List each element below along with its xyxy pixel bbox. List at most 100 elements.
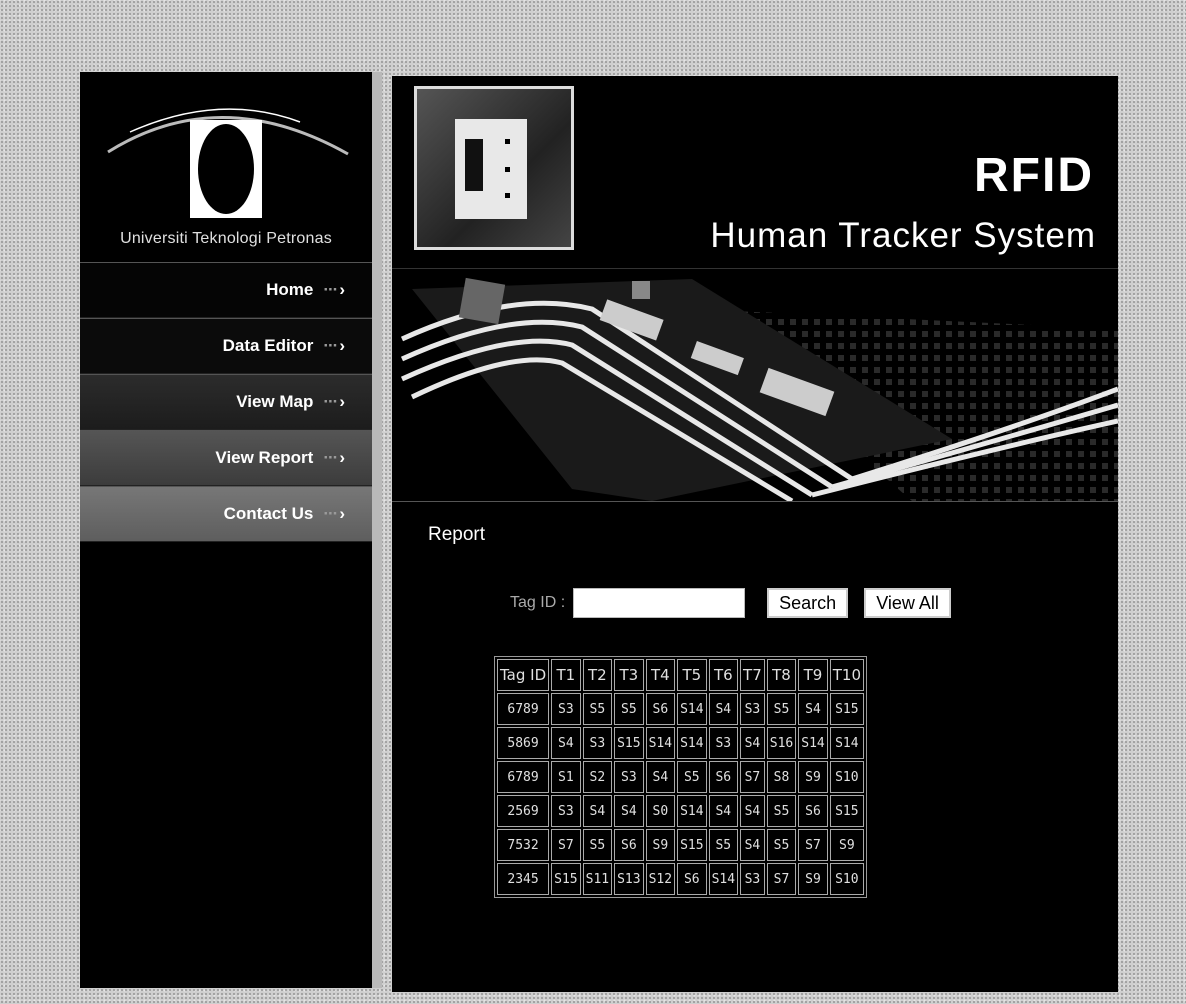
table-cell: S5 [582, 829, 613, 861]
university-logo: Universiti Teknologi Petronas [80, 72, 372, 262]
table-cell: S12 [645, 863, 676, 895]
table-cell: S14 [708, 863, 739, 895]
search-form: Tag ID : Search View All [510, 586, 967, 620]
nav-label: View Report [215, 448, 314, 467]
nav-item-data-editor[interactable]: Data Editor ··· › [80, 318, 372, 374]
table-cell: S7 [798, 829, 828, 861]
table-cell: S3 [614, 761, 644, 793]
table-cell: S6 [614, 829, 644, 861]
table-cell: S15 [551, 863, 581, 895]
table-cell: S10 [829, 863, 864, 895]
table-cell: S7 [551, 829, 581, 861]
table-cell: S5 [766, 829, 797, 861]
column-header: T5 [677, 659, 707, 691]
table-cell: S3 [708, 727, 739, 759]
column-header: T6 [708, 659, 739, 691]
table-cell: S9 [645, 829, 676, 861]
tag-id-cell: 2569 [497, 795, 550, 827]
arrow-icon: ··· › [323, 504, 345, 523]
arrow-icon: ··· › [323, 280, 345, 299]
table-cell: S14 [829, 727, 864, 759]
table-cell: S6 [708, 761, 739, 793]
rfid-thumbnail-image [414, 86, 574, 250]
table-cell: S5 [614, 693, 644, 725]
nav-item-view-map[interactable]: View Map ··· › [80, 374, 372, 430]
table-cell: S4 [708, 693, 739, 725]
report-heading: Report [428, 524, 486, 545]
rfid-banner-image [392, 268, 1118, 502]
table-cell: S6 [677, 863, 707, 895]
table-cell: S5 [677, 761, 707, 793]
report-table: Tag ID T1 T2 T3 T4 T5 T6 T7 T8 T9 T10 6789 S3 S5 S5 S6… [494, 656, 867, 898]
nav-item-home[interactable]: Home ··· › [80, 262, 372, 318]
tag-id-cell: 5869 [497, 727, 550, 759]
column-header: T1 [551, 659, 581, 691]
table-cell: S4 [740, 829, 765, 861]
page-title: RFID [974, 149, 1094, 202]
column-header: T3 [614, 659, 644, 691]
column-header: T7 [740, 659, 765, 691]
main-content: RFID Human Tracker System Report Tag ID … [392, 76, 1118, 992]
table-cell: S0 [645, 795, 676, 827]
table-row: 6789 S3 S5 S5 S6 S14 S4 S3 S5 S4 S15 [497, 693, 864, 725]
header: RFID Human Tracker System [392, 76, 1118, 268]
table-cell: S1 [551, 761, 581, 793]
table-cell: S3 [740, 693, 765, 725]
tag-id-cell: 6789 [497, 761, 550, 793]
table-cell: S10 [829, 761, 864, 793]
table-header-row: Tag ID T1 T2 T3 T4 T5 T6 T7 T8 T9 T10 [497, 659, 864, 691]
table-cell: S3 [551, 693, 581, 725]
nav-item-contact-us[interactable]: Contact Us ··· › [80, 486, 372, 542]
table-row: 2569 S3 S4 S4 S0 S14 S4 S4 S5 S6 S15 [497, 795, 864, 827]
logo-emblem-icon [190, 120, 262, 218]
table-cell: S8 [766, 761, 797, 793]
column-header: Tag ID [497, 659, 550, 691]
page-subtitle: Human Tracker System [710, 216, 1096, 255]
table-cell: S5 [766, 795, 797, 827]
arrow-icon: ··· › [323, 336, 345, 355]
table-cell: S6 [798, 795, 828, 827]
table-cell: S5 [766, 693, 797, 725]
table-cell: S13 [614, 863, 644, 895]
tag-id-input[interactable] [573, 588, 746, 618]
table-cell: S7 [740, 761, 765, 793]
table-cell: S4 [551, 727, 581, 759]
table-cell: S4 [614, 795, 644, 827]
nav-item-view-report[interactable]: View Report ··· › [80, 430, 372, 486]
table-cell: S11 [582, 863, 613, 895]
table-cell: S5 [582, 693, 613, 725]
nav-label: Home [266, 280, 314, 299]
table-cell: S14 [677, 727, 707, 759]
arrow-icon: ··· › [323, 392, 345, 411]
column-header: T9 [798, 659, 828, 691]
tag-id-cell: 2345 [497, 863, 550, 895]
table-cell: S14 [677, 795, 707, 827]
table-cell: S4 [798, 693, 828, 725]
table-cell: S15 [677, 829, 707, 861]
table-cell: S9 [829, 829, 864, 861]
column-header: T4 [645, 659, 676, 691]
table-cell: S7 [766, 863, 797, 895]
table-cell: S5 [708, 829, 739, 861]
table-cell: S4 [582, 795, 613, 827]
table-row: 2345 S15 S11 S13 S12 S6 S14 S3 S7 S9 S10 [497, 863, 864, 895]
sidebar: Universiti Teknologi Petronas Home ··· › … [80, 72, 382, 988]
column-header: T8 [766, 659, 797, 691]
table-cell: S3 [740, 863, 765, 895]
table-cell: S4 [740, 795, 765, 827]
table-row: 7532 S7 S5 S6 S9 S15 S5 S4 S5 S7 S9 [497, 829, 864, 861]
table-cell: S4 [708, 795, 739, 827]
table-cell: S16 [766, 727, 797, 759]
tag-id-cell: 7532 [497, 829, 550, 861]
table-cell: S15 [829, 795, 864, 827]
view-all-button[interactable]: View All [864, 588, 951, 618]
table-cell: S9 [798, 863, 828, 895]
search-button[interactable]: Search [767, 588, 849, 618]
table-cell: S14 [645, 727, 676, 759]
tag-id-cell: 6789 [497, 693, 550, 725]
table-cell: S4 [645, 761, 676, 793]
sidebar-nav: Home ··· › Data Editor ··· › View Map ··· ›… [80, 262, 372, 542]
column-header: T2 [582, 659, 613, 691]
table-cell: S4 [740, 727, 765, 759]
table-cell: S15 [829, 693, 864, 725]
